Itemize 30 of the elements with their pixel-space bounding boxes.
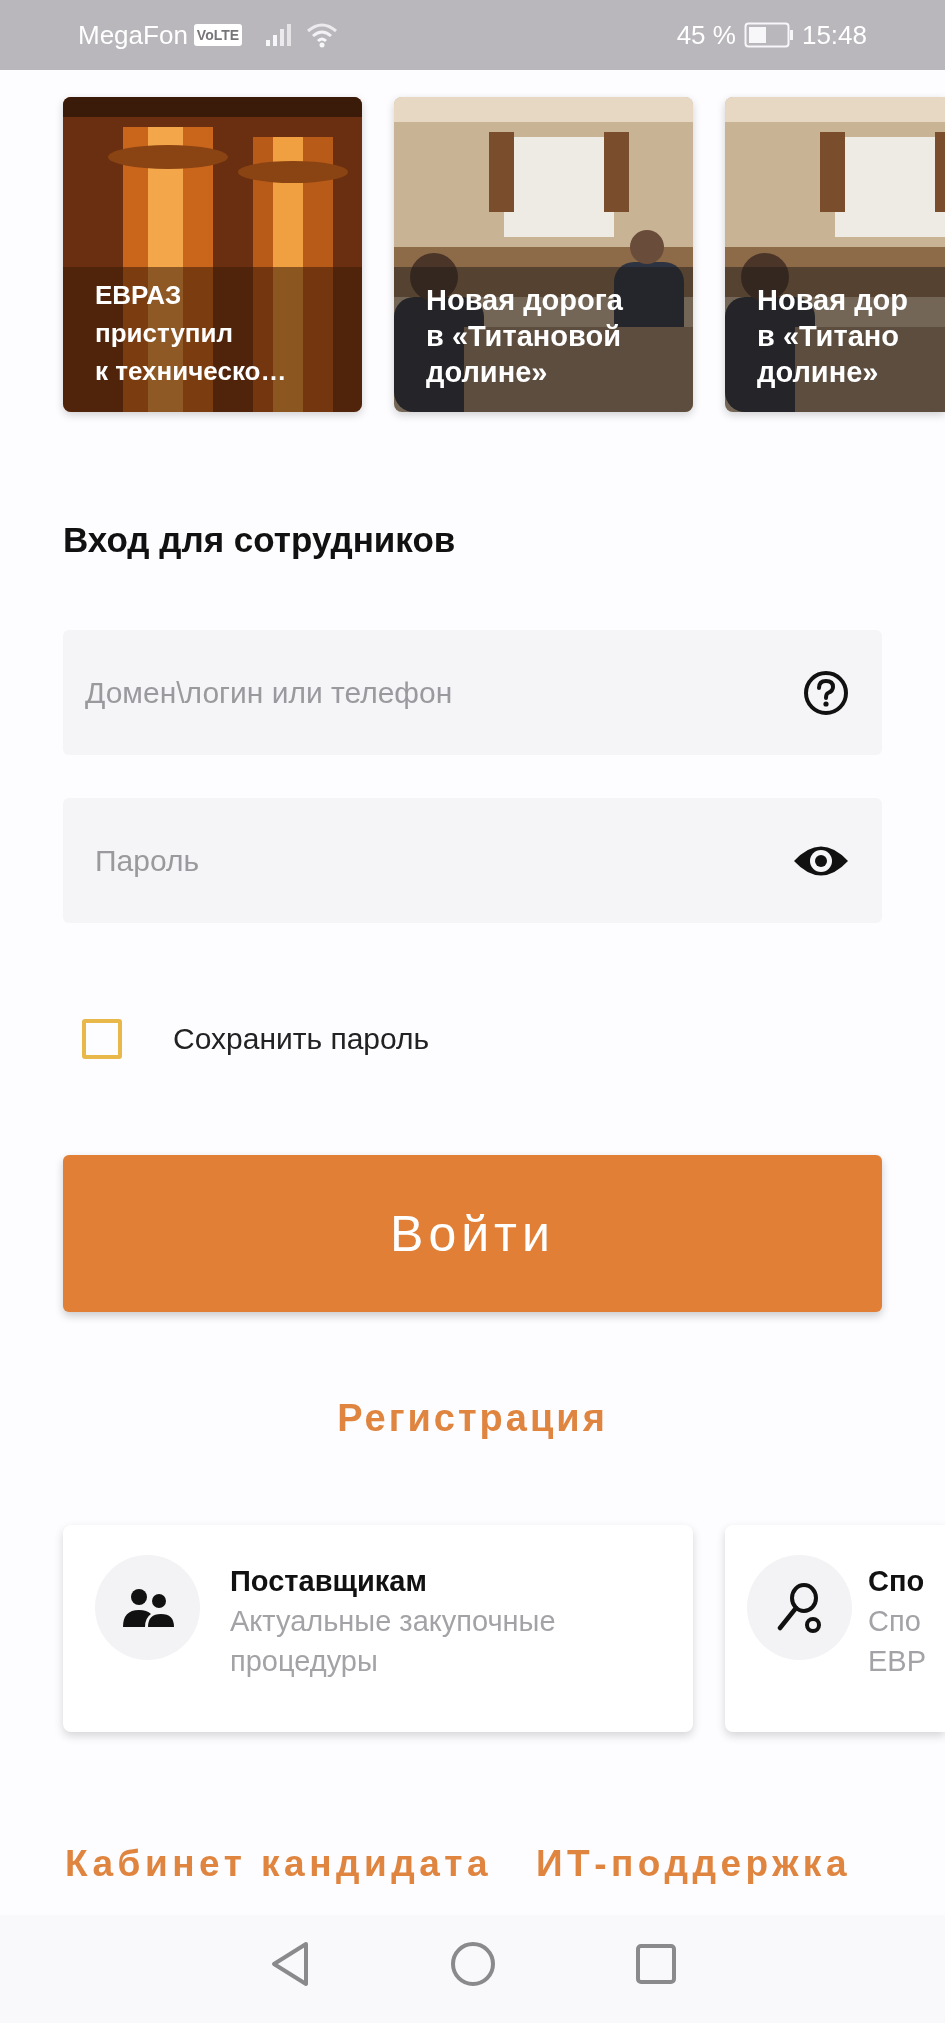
- service-title: Поставщикам: [230, 1564, 428, 1599]
- service-description: Спо ЕВР: [868, 1604, 927, 1679]
- volte-badge: VoLTE: [193, 24, 243, 46]
- battery-percent: 45 %: [676, 19, 736, 51]
- news-card[interactable]: Новая дорога в «Титановой долине»: [394, 97, 693, 412]
- news-title: ЕВРАЗ приступил к техническо…: [95, 279, 287, 388]
- recent-apps-icon[interactable]: [635, 1944, 676, 1984]
- racket-icon: [776, 1581, 823, 1634]
- news-card[interactable]: ЕВРАЗ приступил к техническо…: [63, 97, 362, 412]
- service-description: Актуальные закупочные процедуры: [230, 1604, 556, 1679]
- battery-icon: [743, 22, 794, 48]
- help-icon[interactable]: [802, 668, 850, 717]
- service-title: Спо: [868, 1564, 926, 1599]
- news-title: Новая дорога в «Титановой долине»: [426, 283, 623, 390]
- people-icon: [120, 1587, 175, 1628]
- checkbox-label: Сохранить пароль: [173, 1022, 430, 1056]
- news-card[interactable]: Новая дор в «Титано долине»: [725, 97, 945, 412]
- service-card[interactable]: Спо Спо ЕВР: [725, 1525, 945, 1732]
- wifi-icon: [306, 22, 339, 48]
- home-icon[interactable]: [449, 1941, 496, 1987]
- carrier-name: MegaFon: [78, 19, 188, 51]
- login-field[interactable]: Домен\логин или телефон: [63, 630, 882, 755]
- password-field[interactable]: Пароль: [63, 798, 882, 923]
- login-heading: Вход для сотрудников: [63, 520, 457, 560]
- signal-icon: [264, 23, 293, 47]
- clock-time: 15:48: [801, 19, 867, 51]
- back-icon[interactable]: [269, 1941, 310, 1987]
- checkbox[interactable]: [82, 1019, 122, 1059]
- service-card[interactable]: Поставщикам Актуальные закупочные процедуры: [63, 1525, 693, 1732]
- news-title: Новая дор в «Титано долине»: [757, 283, 909, 390]
